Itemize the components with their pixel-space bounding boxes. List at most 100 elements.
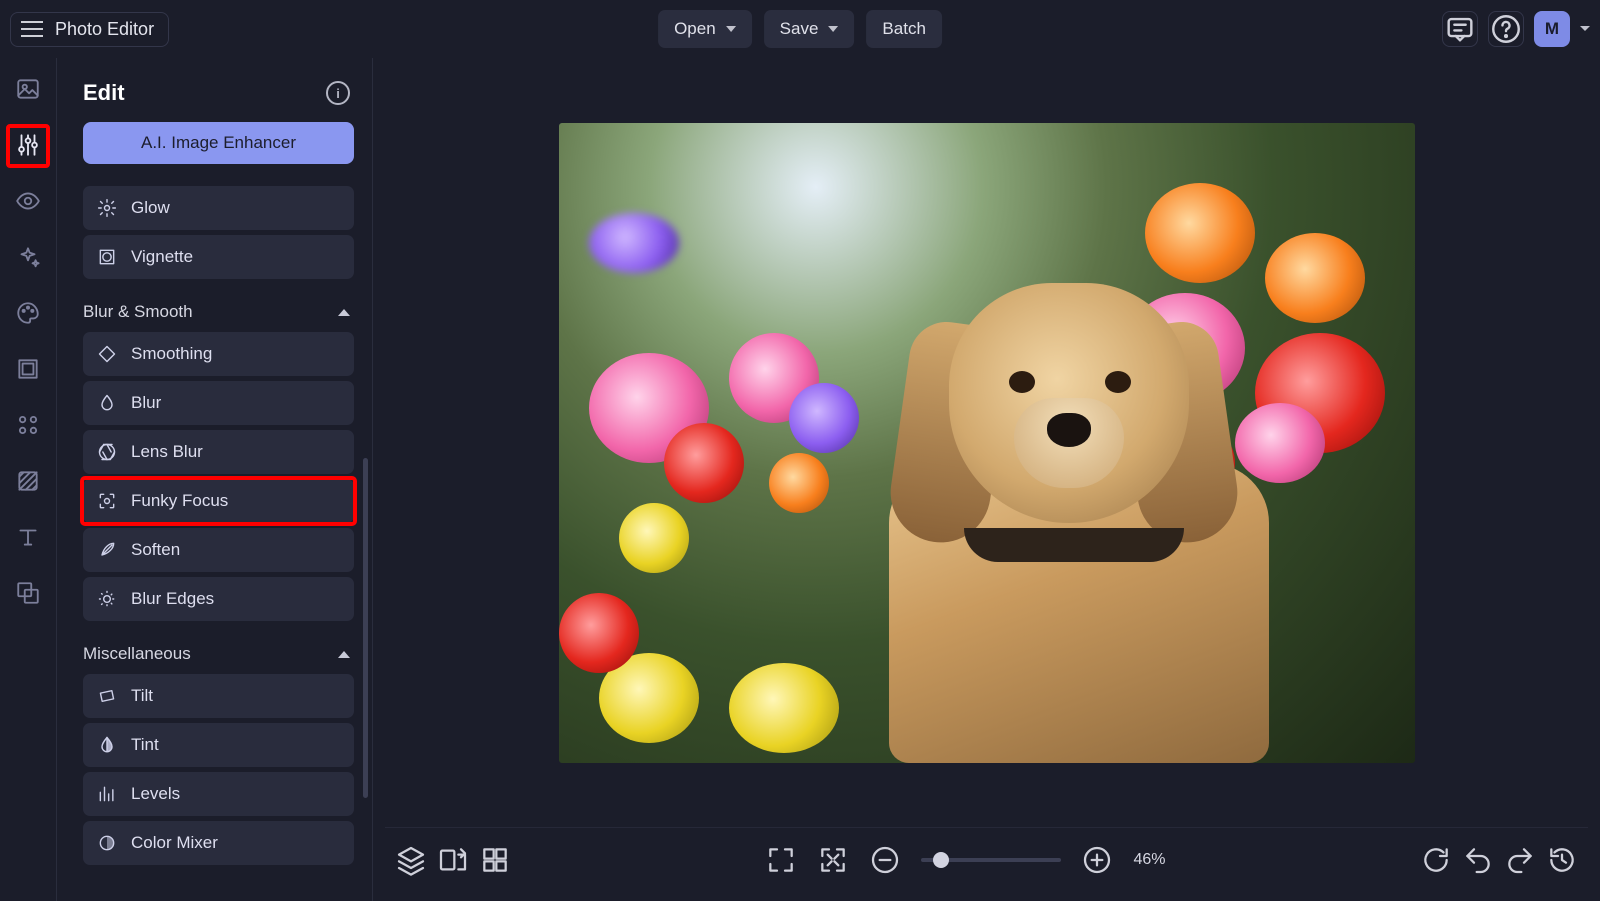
zoom-percent: 46% xyxy=(1133,851,1165,869)
chevron-down-icon xyxy=(828,26,838,32)
effect-label: Tilt xyxy=(131,686,153,706)
effect-label: Blur Edges xyxy=(131,589,214,609)
panel-title: Edit xyxy=(83,80,125,106)
palette-tool-icon[interactable] xyxy=(15,300,41,326)
effect-lens-blur[interactable]: Lens Blur xyxy=(83,430,354,474)
droplet-icon xyxy=(97,393,117,413)
effect-label: Lens Blur xyxy=(131,442,203,462)
help-icon[interactable] xyxy=(1488,11,1524,47)
tilt-icon xyxy=(97,686,117,706)
effect-label: Tint xyxy=(131,735,159,755)
panel-scroll-thumb[interactable] xyxy=(363,458,368,798)
tint-icon xyxy=(97,735,117,755)
app-title: Photo Editor xyxy=(55,19,154,40)
effect-label: Color Mixer xyxy=(131,833,218,853)
zoom-slider[interactable] xyxy=(921,858,1061,862)
save-button[interactable]: Save xyxy=(764,10,855,48)
canvas-image xyxy=(559,123,1415,763)
chevron-down-icon xyxy=(726,26,736,32)
bottom-left-controls xyxy=(395,844,511,876)
fit-screen-icon[interactable] xyxy=(817,844,849,876)
group-miscellaneous[interactable]: Miscellaneous xyxy=(79,626,358,674)
chevron-up-icon xyxy=(338,308,350,316)
chevron-down-icon[interactable] xyxy=(1580,26,1590,32)
effect-label: Smoothing xyxy=(131,344,212,364)
chevron-up-icon xyxy=(338,650,350,658)
panel-scrollbar[interactable] xyxy=(363,338,368,901)
eye-tool-icon[interactable] xyxy=(15,188,41,214)
effect-label: Funky Focus xyxy=(131,491,228,511)
history-icon[interactable] xyxy=(1546,844,1578,876)
aperture-icon xyxy=(97,442,117,462)
effect-tint[interactable]: Tint xyxy=(83,723,354,767)
diamond-icon xyxy=(97,344,117,364)
effect-tilt[interactable]: Tilt xyxy=(83,674,354,718)
effect-vignette[interactable]: Vignette xyxy=(83,235,354,279)
group-label: Miscellaneous xyxy=(83,644,191,664)
grid-icon[interactable] xyxy=(479,844,511,876)
tool-rail xyxy=(0,58,57,901)
ai-enhancer-label: A.I. Image Enhancer xyxy=(141,133,296,153)
levels-icon xyxy=(97,784,117,804)
effect-blur-edges[interactable]: Blur Edges xyxy=(83,577,354,621)
top-bar: Photo Editor Open Save Batch M xyxy=(0,0,1600,58)
info-icon[interactable]: i xyxy=(326,81,350,105)
refresh-icon[interactable] xyxy=(1420,844,1452,876)
focus-icon xyxy=(97,491,117,511)
ai-enhancer-button[interactable]: A.I. Image Enhancer xyxy=(83,122,354,164)
effect-glow[interactable]: Glow xyxy=(83,186,354,230)
canvas-viewport[interactable] xyxy=(373,58,1600,827)
top-center-buttons: Open Save Batch xyxy=(658,10,942,48)
effect-label: Vignette xyxy=(131,247,193,267)
group-blur-smooth[interactable]: Blur & Smooth xyxy=(79,284,358,332)
shapes-tool-icon[interactable] xyxy=(15,412,41,438)
edit-panel: Edit i A.I. Image Enhancer Glow Vignette… xyxy=(57,58,373,901)
image-tool-icon[interactable] xyxy=(15,76,41,102)
effect-levels[interactable]: Levels xyxy=(83,772,354,816)
feather-icon xyxy=(97,540,117,560)
top-right-controls: M xyxy=(1442,11,1590,47)
avatar[interactable]: M xyxy=(1534,11,1570,47)
effect-label: Glow xyxy=(131,198,170,218)
zoom-slider-track xyxy=(921,858,1061,862)
zoom-slider-thumb[interactable] xyxy=(933,852,949,868)
zoom-in-icon[interactable] xyxy=(1081,844,1113,876)
text-tool-icon[interactable] xyxy=(15,524,41,550)
hamburger-icon xyxy=(21,21,43,37)
app-menu-button[interactable]: Photo Editor xyxy=(10,12,169,47)
effect-label: Soften xyxy=(131,540,180,560)
feedback-icon[interactable] xyxy=(1442,11,1478,47)
effect-label: Levels xyxy=(131,784,180,804)
open-button[interactable]: Open xyxy=(658,10,752,48)
bottom-bar: 46% xyxy=(385,827,1588,891)
frame-tool-icon[interactable] xyxy=(15,356,41,382)
effect-label: Blur xyxy=(131,393,161,413)
zoom-out-icon[interactable] xyxy=(869,844,901,876)
layers-icon[interactable] xyxy=(395,844,427,876)
undo-icon[interactable] xyxy=(1462,844,1494,876)
save-label: Save xyxy=(780,19,819,39)
effect-color-mixer[interactable]: Color Mixer xyxy=(83,821,354,865)
vignette-icon xyxy=(97,247,117,267)
pattern-tool-icon[interactable] xyxy=(15,468,41,494)
panel-header: Edit i xyxy=(79,74,358,122)
color-mixer-icon xyxy=(97,833,117,853)
effect-soften[interactable]: Soften xyxy=(83,528,354,572)
bottom-right-controls xyxy=(1420,844,1578,876)
redo-icon[interactable] xyxy=(1504,844,1536,876)
bottom-center-controls: 46% xyxy=(765,844,1165,876)
group-label: Blur & Smooth xyxy=(83,302,193,322)
gear-icon xyxy=(97,198,117,218)
fullscreen-icon[interactable] xyxy=(765,844,797,876)
open-label: Open xyxy=(674,19,716,39)
canvas-area: 46% xyxy=(373,58,1600,901)
batch-button[interactable]: Batch xyxy=(866,10,941,48)
effect-funky-focus[interactable]: Funky Focus xyxy=(83,479,354,523)
rail-highlight-box xyxy=(6,124,50,168)
effect-blur[interactable]: Blur xyxy=(83,381,354,425)
effect-smoothing[interactable]: Smoothing xyxy=(83,332,354,376)
blur-edges-icon xyxy=(97,589,117,609)
compare-icon[interactable] xyxy=(437,844,469,876)
sparkle-tool-icon[interactable] xyxy=(15,244,41,270)
layers-tool-icon[interactable] xyxy=(15,580,41,606)
